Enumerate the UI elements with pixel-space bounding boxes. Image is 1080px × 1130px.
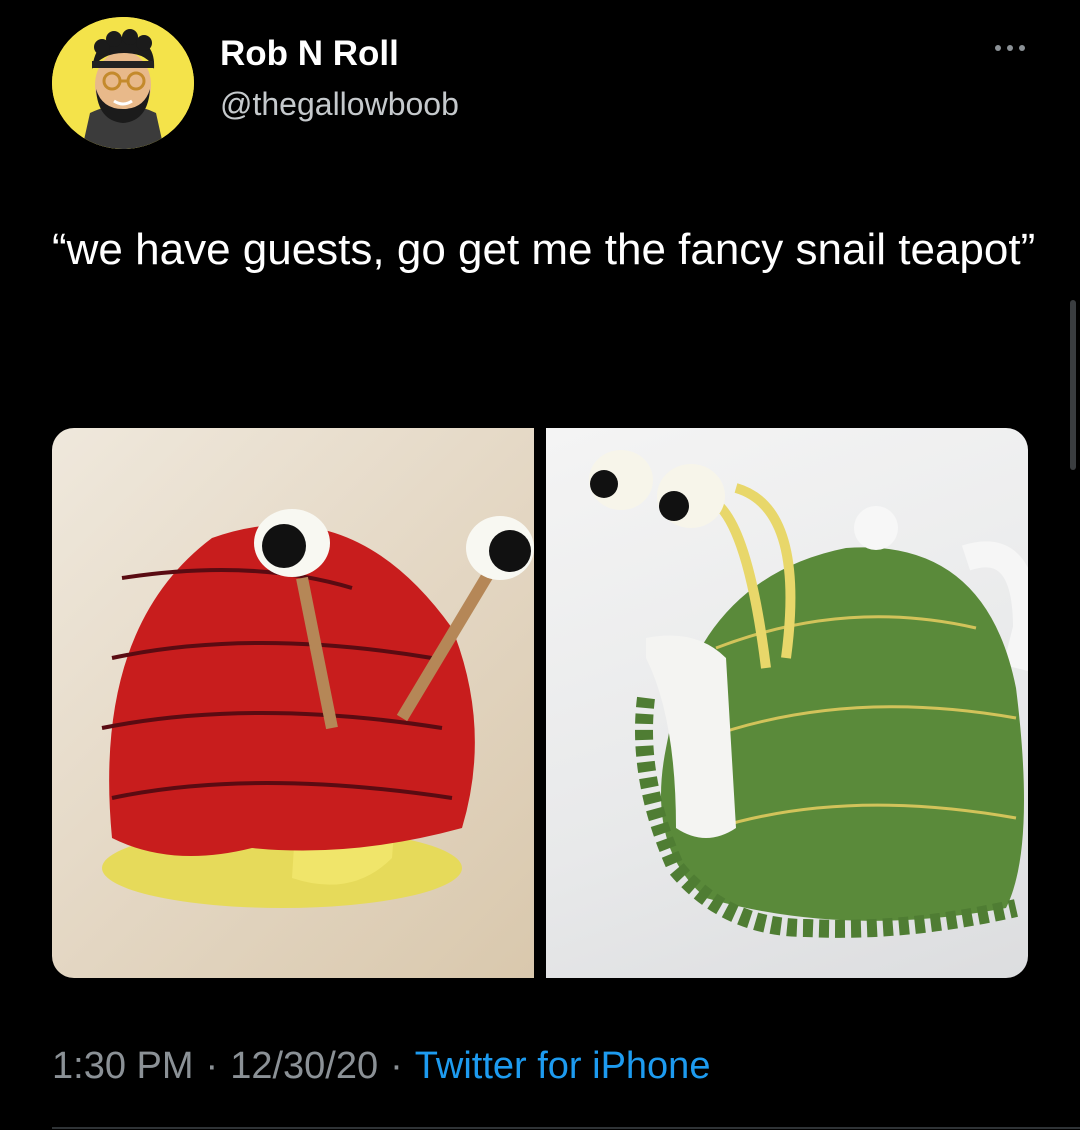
more-dot — [995, 45, 1001, 51]
more-dot — [1019, 45, 1025, 51]
meta-separator: · — [390, 1045, 403, 1087]
meta-separator: · — [205, 1045, 219, 1087]
photo-red-snail-teapot[interactable] — [52, 428, 534, 978]
tweet-source-link[interactable]: Twitter for iPhone — [415, 1045, 711, 1088]
scrollbar[interactable] — [1070, 300, 1076, 470]
tweet-time: 1:30 PM — [52, 1045, 194, 1087]
divider — [52, 1127, 1080, 1129]
photo-green-snail-teapot[interactable] — [546, 428, 1028, 978]
more-dot — [1007, 45, 1013, 51]
tweet-meta: 1:30 PM · 12/30/20 · Twitter for iPhone — [52, 1045, 710, 1088]
avatar[interactable] — [52, 17, 194, 149]
tweet-text: “we have guests, go get me the fancy sna… — [52, 225, 1036, 274]
author-name[interactable]: Rob N Roll — [220, 34, 399, 74]
author-handle[interactable]: @thegallowboob — [220, 86, 459, 123]
tweet-date[interactable]: 12/30/20 — [230, 1045, 378, 1088]
more-dots-icon[interactable] — [985, 28, 1035, 68]
tweet-media — [52, 428, 1028, 978]
